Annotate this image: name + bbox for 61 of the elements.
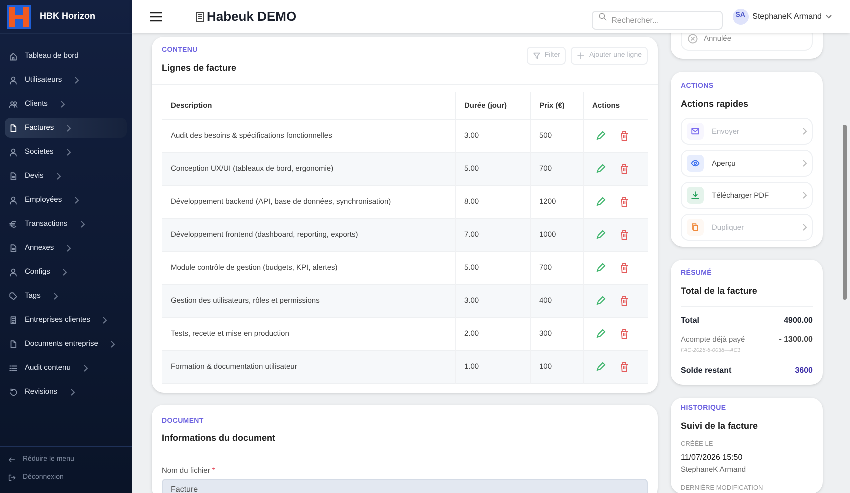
building-icon xyxy=(196,12,204,22)
logout-icon xyxy=(8,474,16,482)
user-name[interactable]: StephaneK Armand xyxy=(752,10,822,22)
user-icon xyxy=(9,268,18,276)
delete-icon[interactable] xyxy=(620,196,628,206)
menu-icon[interactable] xyxy=(150,12,162,22)
logo-icon xyxy=(6,4,32,30)
user-icon xyxy=(9,196,18,204)
card-title: Actions rapides xyxy=(681,98,750,111)
tag-icon xyxy=(9,292,18,300)
delete-icon[interactable] xyxy=(620,296,628,306)
document-icon xyxy=(9,244,18,252)
chevron-right-icon xyxy=(803,192,807,199)
edit-icon[interactable] xyxy=(596,164,606,174)
edit-icon[interactable] xyxy=(596,230,606,240)
delete-icon[interactable] xyxy=(620,164,628,174)
file-icon xyxy=(9,124,18,132)
card-title: Informations du document xyxy=(162,432,276,445)
page-title: Habeuk DEMO xyxy=(207,8,297,26)
user-icon xyxy=(9,76,18,84)
edit-icon[interactable] xyxy=(596,328,606,338)
delete-icon[interactable] xyxy=(620,328,628,338)
brand-name: HBK Horizon xyxy=(40,10,96,23)
edit-icon[interactable] xyxy=(596,262,606,272)
delete-icon[interactable] xyxy=(620,262,628,272)
total-label: Total xyxy=(681,315,700,327)
edit-icon[interactable] xyxy=(596,130,606,140)
users-icon xyxy=(9,100,18,108)
chevron-down-icon[interactable] xyxy=(826,14,832,18)
cancel-circle-icon xyxy=(688,34,698,44)
chevron-right-icon xyxy=(803,128,807,135)
plus-icon xyxy=(577,52,586,60)
history-icon xyxy=(9,388,18,396)
search-icon xyxy=(598,12,607,20)
arrow-left-icon xyxy=(8,456,16,464)
building-icon xyxy=(9,316,18,324)
filter-icon xyxy=(532,52,541,60)
chevron-right-icon xyxy=(803,160,807,167)
deposit-amount: - 1300.00 xyxy=(779,334,813,346)
total-amount: 4900.00 xyxy=(784,315,813,327)
edit-icon[interactable] xyxy=(596,296,606,306)
home-icon xyxy=(9,52,18,60)
chevron-right-icon xyxy=(803,224,807,231)
balance-label: Solde restant xyxy=(681,365,732,378)
created-date: 11/07/2026 15:50 xyxy=(681,452,744,464)
card-title: Total de la facture xyxy=(681,284,758,298)
delete-icon[interactable] xyxy=(620,130,628,140)
euro-icon xyxy=(9,220,18,228)
file-icon xyxy=(9,340,18,348)
user-icon xyxy=(9,148,18,156)
card-title: Suivi de la facture xyxy=(681,420,760,433)
balance-amount: 3600 xyxy=(795,365,813,378)
delete-icon[interactable] xyxy=(620,362,628,372)
edit-icon[interactable] xyxy=(596,362,606,372)
search-field[interactable]: Rechercher... xyxy=(592,11,723,30)
document-icon xyxy=(9,172,18,180)
filename-field[interactable]: Facture xyxy=(162,478,648,493)
list-icon xyxy=(9,364,18,372)
card-title: Lignes de facture xyxy=(162,62,237,75)
delete-icon[interactable] xyxy=(620,230,628,240)
edit-icon[interactable] xyxy=(596,196,606,206)
